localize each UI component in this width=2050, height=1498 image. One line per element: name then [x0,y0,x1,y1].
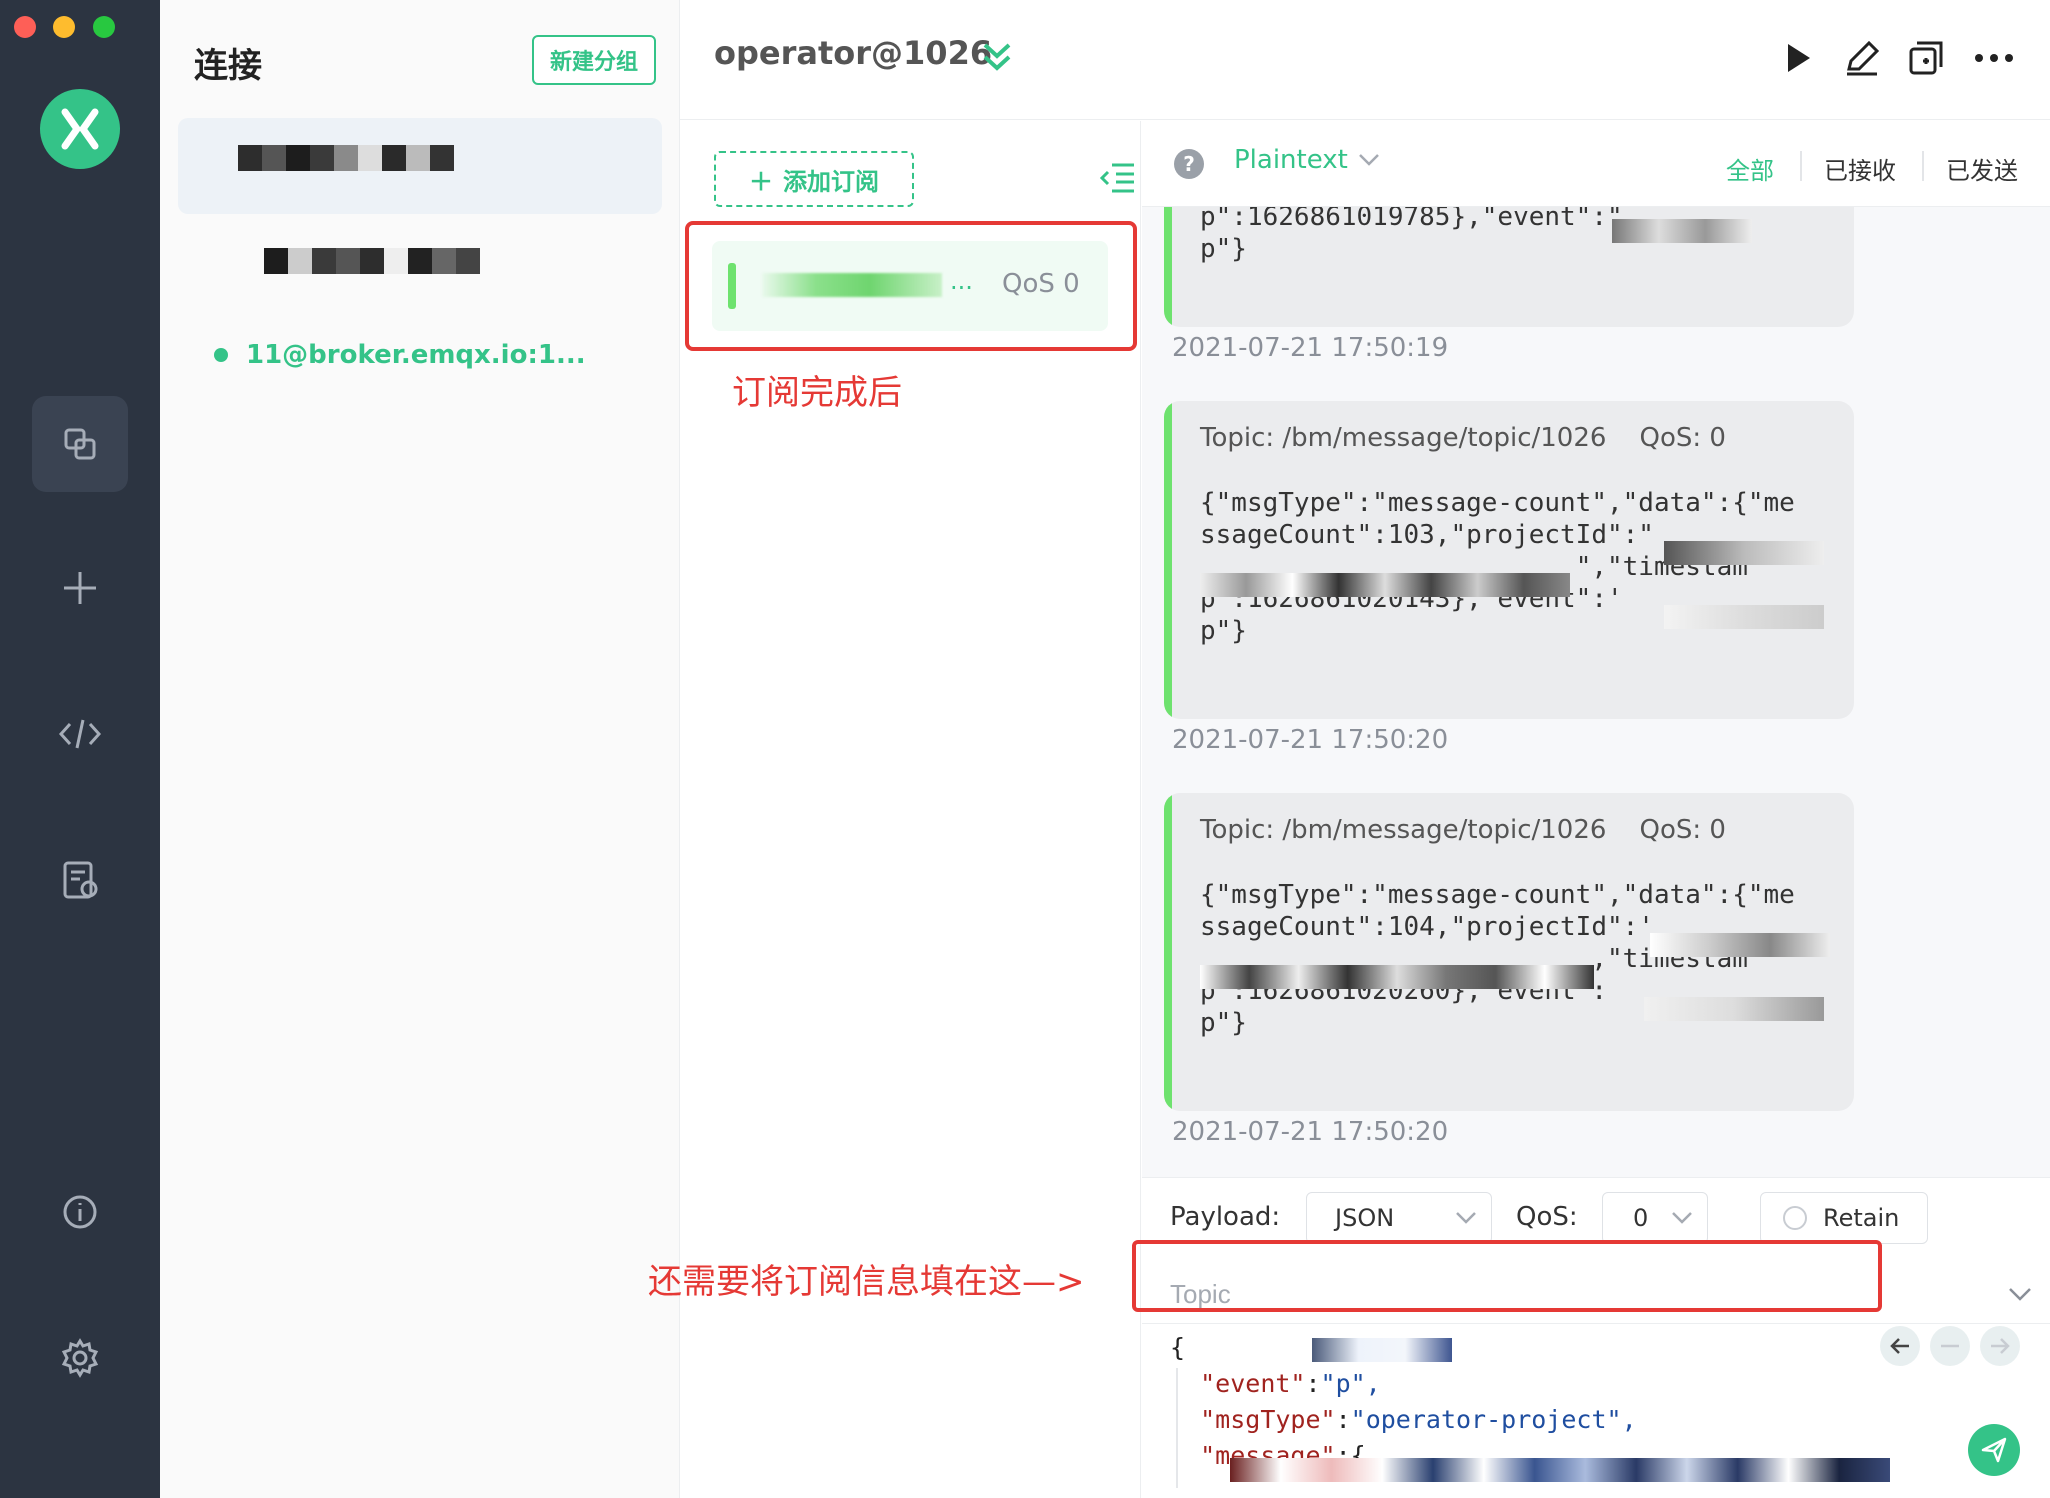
redacted-text [1612,219,1752,243]
subscription-item[interactable]: ... QoS 0 [712,241,1108,331]
message-toolbar: ? Plaintext 全部 已接收 已发送 [1142,121,2050,207]
message-card: Topic: /bm/message/topic/1026 QoS: 0 {"m… [1164,401,1854,719]
mqttx-logo-icon [40,89,120,169]
chevron-down-icon [1358,154,1379,166]
connection-label: 11@broker.emqx.io:1... [246,340,586,370]
edit-pencil-icon[interactable] [1842,38,1882,78]
log-document-icon[interactable] [32,832,128,928]
connection-item[interactable] [178,214,662,310]
message-card: Topic: /bm/message/topic/1026 QoS: 0 {"m… [1164,793,1854,1111]
new-group-button[interactable]: 新建分组 [532,35,656,85]
message-timestamp: 2021-07-21 17:50:20 [1172,725,1449,755]
script-code-icon[interactable] [32,686,128,782]
help-question-icon[interactable]: ? [1174,149,1204,179]
add-subscription-button[interactable]: ＋ 添加订阅 [714,151,914,207]
annotation-fill-topic: 还需要将订阅信息填在这—> [648,1262,1085,1302]
qos-select[interactable]: 0 [1602,1192,1708,1244]
redacted-connection-name [264,248,480,274]
message-timestamp: 2021-07-21 17:50:20 [1172,1117,1449,1147]
more-options-icon[interactable] [1974,38,2014,78]
message-timestamp: 2021-07-21 17:50:19 [1172,333,1449,363]
annotation-after-subscribe: 订阅完成后 [732,373,902,413]
filter-tab-all[interactable]: 全部 [1726,151,1774,186]
history-back-arrow-icon[interactable] [1880,1326,1920,1366]
connect-play-icon[interactable] [1778,38,1818,78]
connections-title: 连接 [194,46,262,86]
redacted-text [1200,965,1594,989]
message-format-select[interactable]: Plaintext [1234,145,1380,175]
redacted-text [1312,1338,1452,1362]
subscription-qos: QoS 0 [1002,269,1080,299]
connection-list-panel: 连接 新建分组 11@broker.emqx.io:1... [160,0,680,1498]
payload-format-select[interactable]: JSON [1306,1192,1492,1244]
chevron-down-icon [1456,1212,1476,1224]
connection-name: operator@1026 [714,34,993,72]
qos-label: QoS: [1516,1202,1578,1232]
connection-item-online[interactable]: 11@broker.emqx.io:1... [214,340,586,370]
connection-header: operator@1026 [680,0,2050,120]
payload-label: Payload: [1170,1202,1281,1232]
retain-label: Retain [1823,1204,1900,1232]
filter-divider [1800,151,1802,181]
subscription-topic-ellipsis: ... [950,267,973,295]
about-info-icon[interactable] [32,1164,128,1260]
window-minimize-button[interactable] [53,16,75,38]
online-status-dot [214,348,228,362]
topic-highlight-box [1132,1240,1882,1312]
message-body: p":1626861019785},"event":" p"} [1200,202,1623,264]
redacted-text [1644,997,1824,1021]
filter-tab-sent[interactable]: 已发送 [1946,151,2018,186]
new-connection-plus-icon[interactable] [32,540,128,636]
settings-gear-icon[interactable] [32,1310,128,1406]
message-color-bar [1164,793,1172,1111]
collapse-list-icon[interactable] [1099,161,1136,199]
connections-nav-icon[interactable] [32,396,128,492]
chevron-down-icon [1672,1212,1692,1224]
retain-toggle[interactable]: Retain [1760,1192,1928,1244]
double-chevron-down-icon[interactable] [980,40,1014,78]
qos-value: 0 [1633,1204,1649,1232]
payload-format-value: JSON [1335,1204,1395,1232]
new-window-icon[interactable] [1906,38,1946,78]
redacted-text [1664,541,1824,565]
connection-item[interactable] [178,118,662,214]
publish-panel: Payload: JSON QoS: 0 Retain { "event":"p… [1142,1177,2050,1498]
window-close-button[interactable] [14,16,36,38]
message-panel: p":1626861019785},"event":" p"} 2021-07-… [1142,121,2050,1177]
add-subscription-label: 添加订阅 [783,167,879,196]
filter-tab-received[interactable]: 已接收 [1824,151,1896,186]
subscription-color-bar [728,263,736,309]
window-zoom-button[interactable] [93,16,115,38]
redacted-text [1650,933,1830,957]
redacted-connection-name [238,145,454,171]
plus-icon: ＋ [749,167,773,196]
redacted-text [1230,1458,1890,1482]
topic-history-chevron-icon[interactable] [2008,1286,2032,1306]
history-forward-arrow-icon[interactable] [1980,1326,2020,1366]
message-topic: Topic: /bm/message/topic/1026 QoS: 0 [1200,815,1726,845]
message-color-bar [1164,401,1172,719]
send-paper-plane-icon[interactable] [1968,1424,2020,1476]
app-rail [0,0,160,1498]
redacted-text [1200,573,1570,597]
filter-divider [1922,151,1924,181]
message-format-value: Plaintext [1234,145,1348,175]
retain-radio[interactable] [1783,1206,1807,1230]
redacted-text [1664,605,1824,629]
redacted-subscription-topic [762,273,942,297]
message-topic: Topic: /bm/message/topic/1026 QoS: 0 [1200,423,1726,453]
history-reset-icon[interactable] [1930,1326,1970,1366]
